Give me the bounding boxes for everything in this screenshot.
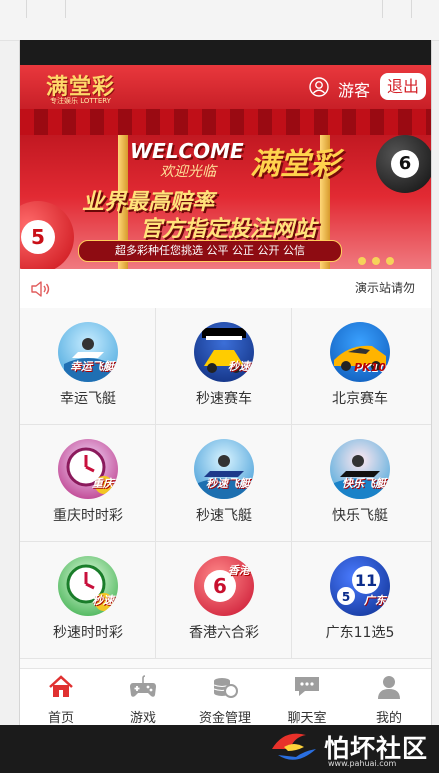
game-tag: 秒速: [228, 360, 250, 373]
lottery-ball-icon: 6 香港: [194, 556, 254, 616]
notice-marquee: 演示站请勿: [355, 281, 416, 295]
toolbar-segment: [383, 0, 412, 18]
tab-label: 聊天室: [287, 711, 327, 725]
game-tile-fast-boat[interactable]: 秒速飞艇 秒速飞艇: [156, 425, 292, 542]
toolbar-segment: [0, 0, 27, 18]
game-tag: 香港: [228, 564, 250, 577]
game-label: 香港六合彩: [189, 625, 259, 641]
bottom-tab-bar: 首页 游戏 资金管理 聊天室 我的: [20, 668, 431, 725]
game-tile-fast-ssc[interactable]: 秒速 秒速时时彩: [20, 542, 156, 659]
game-tile-beijing-racing[interactable]: PK10 北京赛车: [292, 308, 431, 425]
game-tag: 秒速: [92, 594, 114, 607]
game-label: 秒速时时彩: [53, 625, 123, 641]
chat-icon: [295, 677, 319, 696]
game-label: 广东11选5: [325, 625, 395, 641]
lottery-ball-right: 6: [376, 135, 431, 193]
racecar-icon: 秒速: [194, 322, 254, 382]
game-label: 秒速飞艇: [196, 508, 252, 524]
game-tile-lucky-boat[interactable]: 幸运飞艇 幸运飞艇: [20, 308, 156, 425]
game-label: 秒速赛车: [196, 391, 252, 407]
ball-number: 11: [355, 571, 377, 590]
toolbar-segment: [66, 0, 383, 18]
carousel-dot[interactable]: [372, 257, 380, 265]
tab-label: 首页: [47, 711, 74, 725]
ball-number: 6: [213, 574, 227, 598]
coins-icon: [213, 678, 238, 698]
gamepad-icon: [130, 675, 156, 697]
game-tag: 幸运飞艇: [70, 360, 114, 373]
home-icon: [49, 675, 73, 697]
game-tag: PK10: [354, 361, 386, 374]
watermark-url: www.pahuai.com: [328, 759, 397, 768]
tab-chat[interactable]: 聊天室: [266, 669, 348, 725]
user-circle-icon[interactable]: [309, 77, 329, 97]
banner-curtain: [20, 109, 431, 135]
app-header: 满堂彩 专注娱乐 LOTTERY 游客 退出: [20, 65, 431, 109]
notice-bar: 演示站请勿: [20, 269, 431, 309]
browser-toolbar: [0, 0, 439, 41]
sportscar-icon: PK10: [330, 322, 390, 382]
watermark: 怕坏社区 www.pahuai.com: [266, 727, 436, 771]
game-tag: 重庆: [92, 477, 114, 490]
game-label: 幸运飞艇: [60, 391, 116, 407]
game-tag: 广东: [364, 594, 386, 607]
game-label: 快乐飞艇: [332, 508, 388, 524]
banner-welcome: WELCOME: [130, 139, 244, 163]
game-label: 重庆时时彩: [53, 508, 123, 524]
watermark-logo-icon: [272, 733, 316, 760]
game-label: 北京赛车: [332, 391, 388, 407]
banner-brand: 满堂彩: [250, 147, 340, 182]
clock-icon: 重庆: [58, 439, 118, 499]
boat-icon: 幸运飞艇: [58, 322, 118, 382]
logout-button[interactable]: 退出: [380, 73, 426, 100]
ball-number: 5: [342, 590, 350, 604]
tab-games[interactable]: 游戏: [102, 669, 184, 725]
toolbar-segment: [27, 0, 66, 18]
banner-slogan: 超多彩种任您挑选 公平 公正 公开 公信: [78, 240, 342, 262]
tab-label: 我的: [375, 711, 402, 725]
logo-subtitle: 专注娱乐 LOTTERY: [50, 97, 111, 105]
jetski-icon: 秒速飞艇: [194, 439, 254, 499]
carousel-dot[interactable]: [358, 257, 366, 265]
phone-frame: 满堂彩 专注娱乐 LOTTERY 游客 退出 5 6 WELCOME 欢迎光临 …: [19, 40, 432, 725]
jetski-icon: 快乐飞艇: [330, 439, 390, 499]
lottery-ball-icon: 11 5 广东: [330, 556, 390, 616]
game-tag: 秒速飞艇: [206, 477, 250, 490]
game-tile-chongqing-ssc[interactable]: 重庆 重庆时时彩: [20, 425, 156, 542]
game-grid: 幸运飞艇 幸运飞艇 秒速 秒速赛车 PK10 北京赛车 重庆 重庆时时彩 秒速飞…: [20, 308, 431, 668]
lottery-ball-left: 5: [20, 201, 74, 269]
game-tag: 快乐飞艇: [342, 477, 386, 490]
game-tile-fast-racing[interactable]: 秒速 秒速赛车: [156, 308, 292, 425]
status-bar: [20, 40, 431, 65]
game-tile-hk-mark-six[interactable]: 6 香港 香港六合彩: [156, 542, 292, 659]
tab-home[interactable]: 首页: [20, 669, 102, 725]
user-icon: [378, 676, 400, 699]
app-logo[interactable]: 满堂彩 专注娱乐 LOTTERY: [42, 69, 142, 105]
speaker-icon: [31, 281, 50, 297]
guest-label[interactable]: 游客: [338, 77, 370, 101]
carousel-dot[interactable]: [386, 257, 394, 265]
tab-label: 资金管理: [198, 711, 251, 725]
tab-funds[interactable]: 资金管理: [184, 669, 266, 725]
promo-banner[interactable]: 5 6 WELCOME 欢迎光临 满堂彩 业界最高赔率 官方指定投注网站 超多彩…: [20, 109, 431, 269]
clock-icon: 秒速: [58, 556, 118, 616]
tab-label: 游戏: [129, 711, 156, 725]
banner-welcome-cn: 欢迎光临: [160, 164, 216, 180]
game-tile-happy-boat[interactable]: 快乐飞艇 快乐飞艇: [292, 425, 431, 542]
tab-profile[interactable]: 我的: [348, 669, 430, 725]
game-tile-gd-11x5[interactable]: 11 5 广东 广东11选5: [292, 542, 431, 659]
banner-subheadline: 官方指定投注网站: [140, 217, 317, 242]
